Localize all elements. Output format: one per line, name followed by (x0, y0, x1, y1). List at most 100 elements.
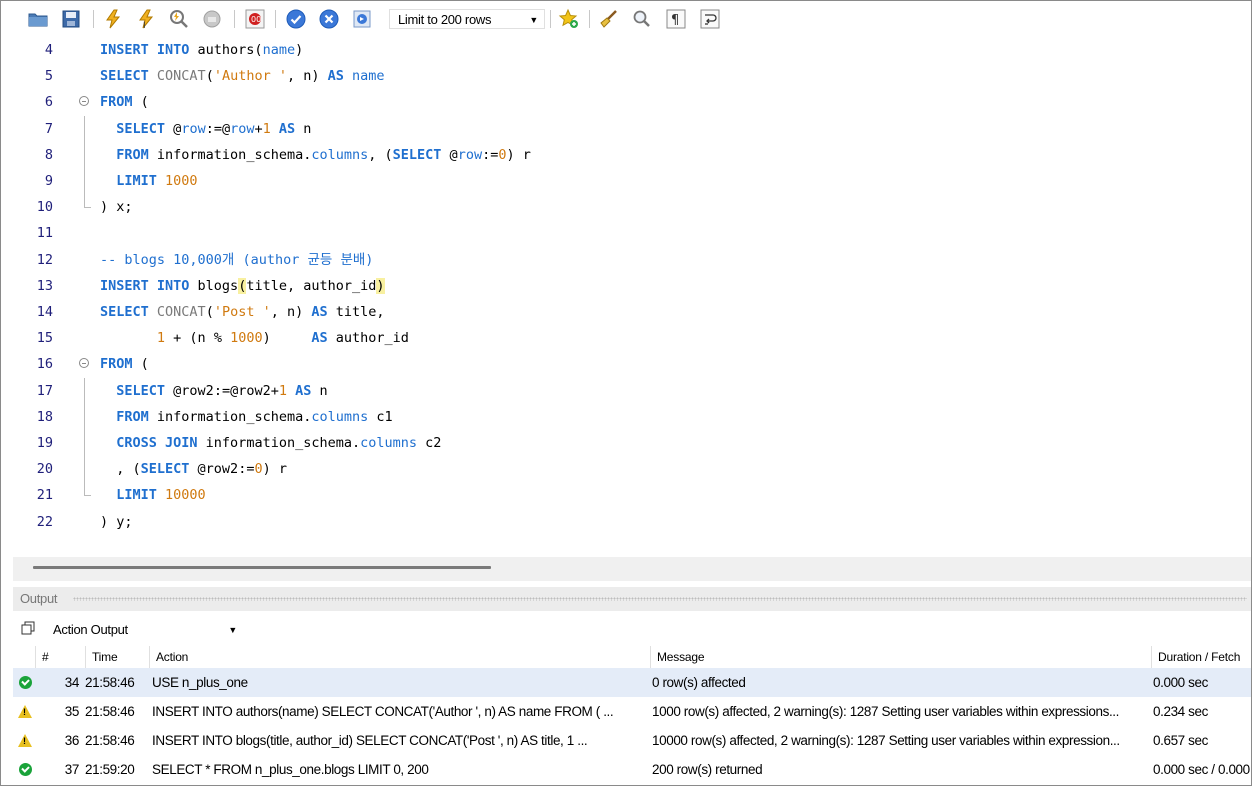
row-time: 21:58:46 (85, 675, 135, 690)
code-line[interactable]: 5 SELECT CONCAT('Author ', n) AS name (13, 63, 1251, 89)
toolbar-separator (275, 10, 276, 28)
warning-status-icon (13, 726, 35, 755)
fold-end-guide (79, 194, 91, 220)
code-line[interactable]: 17 SELECT @row2:=@row2+1 AS n (13, 377, 1251, 404)
fold-toggle-icon[interactable] (79, 351, 91, 377)
output-panel-header: Output (13, 587, 1251, 611)
code-line[interactable]: 19 CROSS JOIN information_schema.columns… (13, 430, 1251, 456)
code-line[interactable]: 15 1 + (n % 1000) AS author_id (13, 325, 1251, 351)
code-line[interactable]: 20 , (SELECT @row2:=0) r (13, 456, 1251, 483)
table-row[interactable]: 37 21:59:20 SELECT * FROM n_plus_one.blogs… (13, 755, 1251, 784)
execute-current-icon[interactable]: I (135, 8, 157, 31)
row-number: 35 (64, 704, 79, 719)
code-line[interactable]: 18 FROM information_schema.columns c1 (13, 403, 1251, 430)
column-header-action[interactable]: Action (149, 646, 650, 668)
row-duration: 0.657 sec (1153, 733, 1208, 748)
code-text: CROSS JOIN information_schema.columns c2 (116, 435, 442, 451)
row-duration: 0.234 sec (1153, 704, 1208, 719)
row-message: 0 row(s) affected (652, 675, 746, 690)
column-header-message[interactable]: Message (650, 646, 1150, 668)
line-number: 15 (36, 330, 53, 347)
sql-editor-window: I 00 Limit to 200 rows ▼ ¶ 4 INSERT INTO… (0, 0, 1252, 786)
column-header-number[interactable]: # (35, 646, 77, 668)
line-number: 12 (36, 251, 53, 268)
open-folder-icon[interactable] (27, 8, 49, 30)
toggle-continue-icon[interactable]: 00 (244, 8, 266, 30)
commit-icon[interactable] (285, 8, 307, 30)
output-type-select[interactable]: Action Output ▼ (47, 619, 237, 641)
code-text: , (SELECT @row2:=0) r (100, 461, 287, 478)
row-message: 1000 row(s) affected, 2 warning(s): 1287… (652, 704, 1120, 719)
copy-icon[interactable] (21, 621, 35, 635)
toolbar-separator (234, 10, 235, 28)
rollback-icon[interactable] (318, 8, 340, 30)
code-text: ) y; (100, 513, 133, 530)
column-header-duration[interactable]: Duration / Fetch (1151, 646, 1251, 668)
stop-icon[interactable] (201, 8, 223, 30)
panel-resize-grip[interactable] (73, 597, 1247, 601)
line-number: 22 (36, 513, 53, 530)
code-text: ) x; (100, 199, 133, 216)
code-text: FROM information_schema.columns, (SELECT… (116, 146, 531, 163)
code-text: LIMIT 1000 (116, 173, 198, 189)
fold-toggle-icon[interactable] (79, 89, 91, 115)
code-line[interactable]: 7 SELECT @row:=@row+1 AS n (13, 115, 1251, 142)
row-action: SELECT * FROM n_plus_one.blogs LIMIT 0, … (152, 762, 429, 777)
code-line[interactable]: 14 SELECT CONCAT('Post ', n) AS title, (13, 299, 1251, 325)
bookmark-icon[interactable] (558, 8, 580, 30)
code-line[interactable]: 21 LIMIT 10000 (13, 482, 1251, 508)
line-number: 19 (36, 435, 53, 451)
code-text: SELECT CONCAT('Post ', n) AS title, (100, 304, 385, 320)
code-line[interactable]: 9 LIMIT 1000 (13, 168, 1251, 194)
code-line[interactable]: 10) x; (13, 194, 1251, 220)
table-row[interactable]: 35 21:58:46 INSERT INTO authors(name) SELE… (13, 697, 1251, 726)
line-number: 4 (44, 42, 53, 58)
sql-editor[interactable]: 4 INSERT INTO authors(name) 5 SELECT CONCAT… (13, 37, 1251, 557)
row-message: 200 row(s) returned (652, 762, 763, 777)
code-text: FROM ( (100, 356, 149, 373)
line-number: 6 (44, 94, 53, 111)
execute-icon[interactable] (102, 8, 124, 30)
beautify-icon[interactable] (598, 8, 620, 30)
code-line[interactable]: 8 FROM information_schema.columns, (SELE… (13, 141, 1251, 168)
toolbar-separator (550, 10, 551, 28)
fold-guide (79, 168, 91, 194)
code-line[interactable]: 4 INSERT INTO authors(name) (13, 37, 1251, 63)
code-text: SELECT CONCAT('Author ', n) AS name (100, 68, 385, 85)
code-text: SELECT @row:=@row+1 AS n (116, 120, 312, 137)
wrap-icon[interactable] (699, 8, 721, 30)
table-row[interactable]: 36 21:58:46 INSERT INTO blogs(title, autho… (13, 726, 1251, 755)
editor-toolbar: I 00 Limit to 200 rows ▼ ¶ (1, 1, 1251, 37)
line-number: 13 (36, 277, 53, 294)
toolbar-separator (589, 10, 590, 28)
save-icon[interactable] (60, 8, 82, 30)
scrollbar-thumb[interactable] (33, 566, 491, 569)
success-status-icon (13, 755, 35, 784)
find-icon[interactable] (631, 8, 653, 30)
column-header-time[interactable]: Time (85, 646, 147, 668)
code-line[interactable]: 12 -- blogs 10,000개 (author 균등 분배) (13, 247, 1251, 273)
limit-rows-label: Limit to 200 rows (398, 12, 492, 27)
chevron-down-icon: ▼ (529, 15, 538, 25)
line-number: 11 (36, 225, 53, 242)
row-number: 36 (64, 733, 79, 748)
row-time: 21:58:46 (85, 733, 135, 748)
fold-guide (79, 377, 91, 404)
output-panel-title: Output (20, 591, 58, 606)
code-line[interactable]: 6 FROM ( (13, 89, 1251, 115)
editor-horizontal-scrollbar[interactable] (13, 557, 1251, 581)
code-line[interactable]: 22 ) y; (13, 509, 1251, 535)
line-number: 14 (36, 304, 53, 320)
explain-icon[interactable] (168, 8, 190, 30)
fold-guide (79, 430, 91, 456)
chevron-down-icon: ▼ (228, 625, 237, 635)
code-line[interactable]: 13 INSERT INTO blogs(title, author_id) (13, 273, 1251, 299)
limit-rows-select[interactable]: Limit to 200 rows ▼ (389, 9, 545, 29)
invisible-chars-icon[interactable]: ¶ (665, 8, 687, 30)
line-number: 17 (36, 382, 53, 399)
autocommit-icon[interactable] (351, 8, 373, 30)
code-line[interactable]: 16 FROM ( (13, 351, 1251, 377)
code-line[interactable]: 11 (13, 220, 1251, 246)
code-text: -- blogs 10,000개 (author 균등 분배) (100, 251, 374, 268)
table-row[interactable]: 34 21:58:46 USE n_plus_one 0 row(s) affecte… (13, 668, 1251, 697)
